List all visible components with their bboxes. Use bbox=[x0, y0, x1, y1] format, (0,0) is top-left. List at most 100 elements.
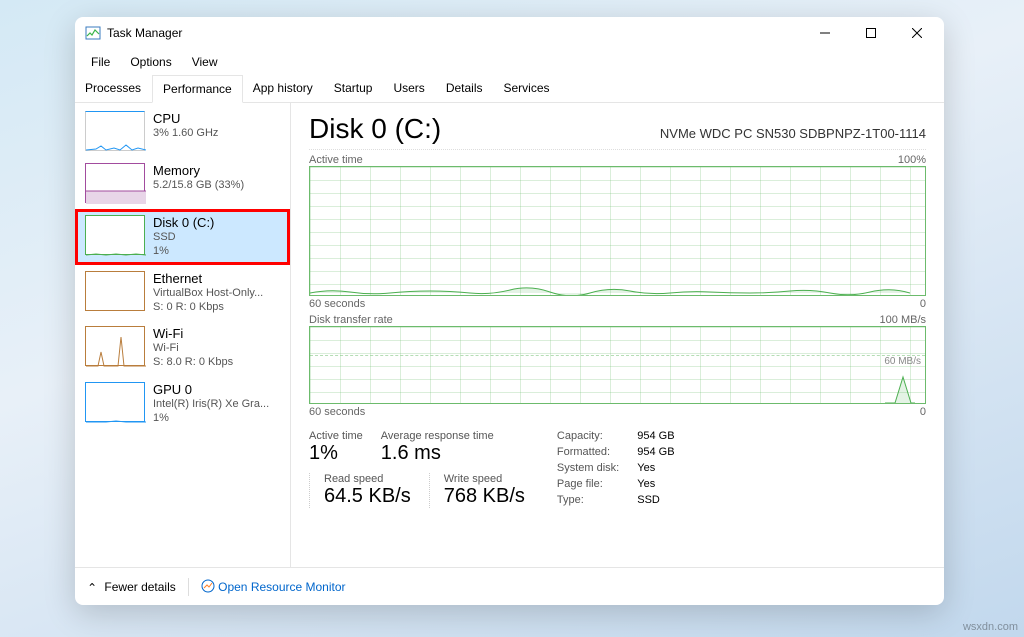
main-panel: Disk 0 (C:) NVMe WDC PC SN530 SDBPNPZ-1T… bbox=[291, 103, 944, 567]
chart2-label-left: Disk transfer rate bbox=[309, 314, 393, 326]
minimize-button[interactable] bbox=[802, 17, 848, 49]
sidebar-item-memory[interactable]: Memory 5.2/15.8 GB (33%) bbox=[75, 157, 290, 209]
info-capacity-value: 954 GB bbox=[637, 430, 674, 444]
sidebar-disk-title: Disk 0 (C:) bbox=[153, 215, 282, 230]
sidebar-ethernet-title: Ethernet bbox=[153, 271, 282, 286]
sidebar-cpu-sub: 3% 1.60 GHz bbox=[153, 126, 282, 140]
performance-sidebar[interactable]: CPU 3% 1.60 GHz Memory 5.2/15.8 GB (33%) bbox=[75, 103, 291, 567]
wifi-thumbnail-icon bbox=[85, 326, 145, 366]
content-area: CPU 3% 1.60 GHz Memory 5.2/15.8 GB (33%) bbox=[75, 103, 944, 567]
disk-model: NVMe WDC PC SN530 SDBPNPZ-1T00-1114 bbox=[660, 126, 926, 141]
maximize-button[interactable] bbox=[848, 17, 894, 49]
resource-monitor-label: Open Resource Monitor bbox=[218, 580, 345, 594]
transfer-rate-chart-block: Disk transfer rate 100 MB/s 60 MB/s 60 s… bbox=[309, 314, 926, 418]
chart1-x-right: 0 bbox=[920, 298, 926, 310]
info-pagefile-label: Page file: bbox=[557, 478, 619, 492]
info-pagefile-value: Yes bbox=[637, 478, 674, 492]
info-formatted-label: Formatted: bbox=[557, 446, 619, 460]
task-manager-icon bbox=[85, 25, 101, 41]
transfer-spike-icon bbox=[885, 375, 915, 403]
menu-bar: File Options View bbox=[75, 49, 944, 75]
sidebar-memory-title: Memory bbox=[153, 163, 282, 178]
chart2-label-right: 100 MB/s bbox=[880, 314, 926, 326]
footer-separator bbox=[188, 578, 189, 596]
active-time-chart[interactable] bbox=[309, 166, 926, 296]
close-icon bbox=[912, 28, 922, 38]
tab-startup[interactable]: Startup bbox=[324, 75, 384, 102]
resource-monitor-icon bbox=[201, 579, 215, 593]
active-time-line-icon bbox=[310, 283, 910, 295]
maximize-icon bbox=[866, 28, 876, 38]
sidebar-wifi-title: Wi-Fi bbox=[153, 326, 282, 341]
sidebar-gpu-sub2: 1% bbox=[153, 411, 282, 425]
sidebar-item-cpu[interactable]: CPU 3% 1.60 GHz bbox=[75, 105, 290, 157]
sidebar-gpu-title: GPU 0 bbox=[153, 382, 282, 397]
disk-info-grid: Capacity: 954 GB Formatted: 954 GB Syste… bbox=[557, 430, 675, 508]
footer-bar: ⌄ Fewer details Open Resource Monitor bbox=[75, 567, 944, 605]
stat-read-speed-value: 64.5 KB/s bbox=[324, 485, 411, 508]
sidebar-disk-sub1: SSD bbox=[153, 230, 282, 244]
watermark: wsxdn.com bbox=[963, 621, 1018, 633]
sidebar-ethernet-sub1: VirtualBox Host-Only... bbox=[153, 286, 282, 300]
stat-active-time-value: 1% bbox=[309, 442, 363, 465]
menu-options[interactable]: Options bbox=[120, 51, 181, 73]
title-bar[interactable]: Task Manager bbox=[75, 17, 944, 49]
chart2-60-line: 60 MB/s bbox=[310, 355, 925, 367]
sidebar-wifi-sub2: S: 8.0 R: 0 Kbps bbox=[153, 355, 282, 369]
close-button[interactable] bbox=[894, 17, 940, 49]
open-resource-monitor-link[interactable]: Open Resource Monitor bbox=[201, 579, 346, 594]
tab-users[interactable]: Users bbox=[383, 75, 435, 102]
chart2-x-right: 0 bbox=[920, 406, 926, 418]
stat-write-speed-label: Write speed bbox=[444, 473, 525, 485]
info-system-value: Yes bbox=[637, 462, 674, 476]
disk-thumbnail-icon bbox=[85, 215, 145, 255]
stats-row: Active time 1% Average response time 1.6… bbox=[309, 430, 926, 508]
fewer-details-label: Fewer details bbox=[104, 580, 175, 594]
info-formatted-value: 954 GB bbox=[637, 446, 674, 460]
sidebar-item-disk[interactable]: Disk 0 (C:) SSD 1% bbox=[75, 209, 290, 265]
sidebar-ethernet-sub2: S: 0 R: 0 Kbps bbox=[153, 300, 282, 314]
minimize-icon bbox=[820, 28, 830, 38]
tab-bar: Processes Performance App history Startu… bbox=[75, 75, 944, 103]
info-capacity-label: Capacity: bbox=[557, 430, 619, 444]
transfer-rate-chart[interactable]: 60 MB/s bbox=[309, 326, 926, 404]
chart1-label-right: 100% bbox=[898, 154, 926, 166]
chevron-up-icon: ⌄ bbox=[87, 580, 97, 594]
sidebar-wifi-sub1: Wi-Fi bbox=[153, 341, 282, 355]
info-system-label: System disk: bbox=[557, 462, 619, 476]
stat-read-speed-label: Read speed bbox=[324, 473, 411, 485]
gpu-thumbnail-icon bbox=[85, 382, 145, 422]
chart1-label-left: Active time bbox=[309, 154, 363, 166]
info-type-value: SSD bbox=[637, 494, 674, 508]
active-time-chart-block: Active time 100% 60 seconds 0 bbox=[309, 154, 926, 310]
page-title: Disk 0 (C:) bbox=[309, 113, 441, 145]
info-type-label: Type: bbox=[557, 494, 619, 508]
stat-write-speed-value: 768 KB/s bbox=[444, 485, 525, 508]
sidebar-cpu-title: CPU bbox=[153, 111, 282, 126]
sidebar-memory-sub: 5.2/15.8 GB (33%) bbox=[153, 178, 282, 192]
sidebar-item-wifi[interactable]: Wi-Fi Wi-Fi S: 8.0 R: 0 Kbps bbox=[75, 320, 290, 376]
tab-services[interactable]: Services bbox=[494, 75, 561, 102]
tab-performance[interactable]: Performance bbox=[152, 75, 243, 103]
fewer-details-button[interactable]: ⌄ Fewer details bbox=[87, 580, 176, 594]
chart2-x-left: 60 seconds bbox=[309, 406, 365, 418]
ethernet-thumbnail-icon bbox=[85, 271, 145, 311]
tab-app-history[interactable]: App history bbox=[243, 75, 324, 102]
memory-thumbnail-icon bbox=[85, 163, 145, 203]
sidebar-disk-sub2: 1% bbox=[153, 244, 282, 258]
menu-view[interactable]: View bbox=[182, 51, 228, 73]
window-title: Task Manager bbox=[107, 26, 182, 40]
cpu-thumbnail-icon bbox=[85, 111, 145, 151]
sidebar-gpu-sub1: Intel(R) Iris(R) Xe Gra... bbox=[153, 397, 282, 411]
task-manager-window: Task Manager File Options View Processes… bbox=[75, 17, 944, 605]
stat-avg-response-value: 1.6 ms bbox=[381, 442, 494, 465]
stat-active-time-label: Active time bbox=[309, 430, 363, 442]
tab-details[interactable]: Details bbox=[436, 75, 494, 102]
sidebar-item-ethernet[interactable]: Ethernet VirtualBox Host-Only... S: 0 R:… bbox=[75, 265, 290, 321]
sidebar-item-gpu[interactable]: GPU 0 Intel(R) Iris(R) Xe Gra... 1% bbox=[75, 376, 290, 432]
tab-processes[interactable]: Processes bbox=[75, 75, 152, 102]
chart1-x-left: 60 seconds bbox=[309, 298, 365, 310]
stat-avg-response-label: Average response time bbox=[381, 430, 494, 442]
main-header: Disk 0 (C:) NVMe WDC PC SN530 SDBPNPZ-1T… bbox=[309, 113, 926, 150]
menu-file[interactable]: File bbox=[81, 51, 120, 73]
